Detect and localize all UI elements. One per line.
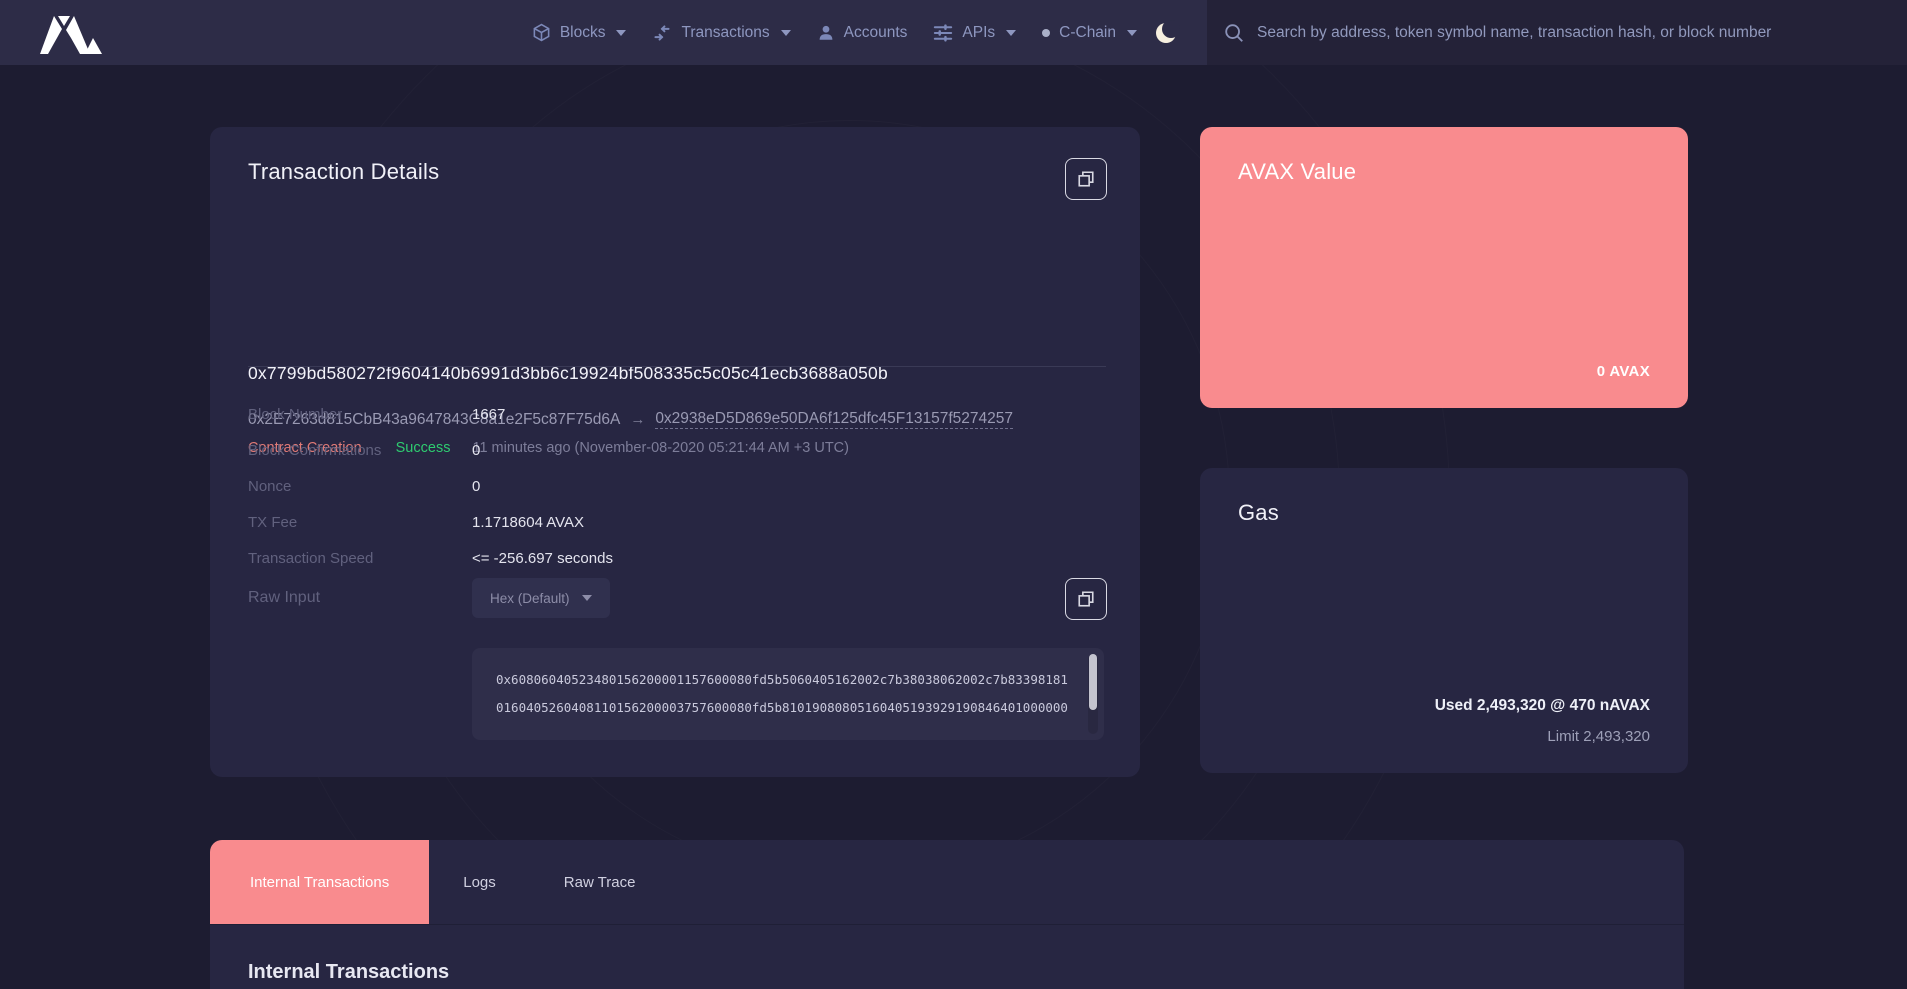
- tab-bar: Internal Transactions Logs Raw Trace: [210, 840, 1684, 924]
- sliders-icon: [933, 24, 953, 42]
- nav-item-label: Transactions: [681, 24, 769, 42]
- search-bar: [1207, 0, 1907, 65]
- copy-icon: [1077, 590, 1095, 608]
- transaction-fields: Block Number 1667 Block Confirmations 0 …: [248, 396, 948, 618]
- chevron-down-icon: [1006, 30, 1016, 36]
- person-icon: [817, 24, 835, 42]
- cube-icon: [532, 23, 551, 42]
- field-value: 0: [472, 442, 480, 459]
- raw-input-hex-box[interactable]: 0x60806040523480156200001157600080fd5b50…: [472, 648, 1104, 740]
- search-input[interactable]: [1257, 24, 1877, 42]
- gas-title: Gas: [1238, 500, 1279, 526]
- swap-icon: [652, 24, 672, 42]
- avax-value-amount: 0 AVAX: [1597, 363, 1650, 380]
- copy-icon: [1077, 170, 1095, 188]
- avax-value-title: AVAX Value: [1238, 159, 1356, 185]
- raw-input-format-dropdown[interactable]: Hex (Default): [472, 578, 610, 618]
- field-value: 1667: [472, 406, 505, 423]
- dark-mode-toggle[interactable]: [1153, 19, 1181, 47]
- nav-item-label: Blocks: [560, 24, 606, 42]
- raw-input-format-label: Hex (Default): [490, 591, 570, 606]
- tab-raw-trace[interactable]: Raw Trace: [530, 840, 670, 924]
- field-row-transaction-speed: Transaction Speed <= -256.697 seconds: [248, 540, 948, 576]
- divider: [248, 366, 1106, 367]
- nav-item-label: C-Chain: [1059, 24, 1116, 42]
- field-label: Nonce: [248, 478, 472, 495]
- field-label: Transaction Speed: [248, 550, 472, 567]
- copy-transaction-button[interactable]: [1065, 158, 1107, 200]
- nav-item-label: APIs: [962, 24, 995, 42]
- navbar: Blocks Transactions Accounts APIs C-Cha: [0, 0, 1907, 65]
- gas-card: Gas Used 2,493,320 @ 470 nAVAX Limit 2,4…: [1200, 468, 1688, 773]
- field-value: 1.1718604 AVAX: [472, 514, 584, 531]
- scrollbar-thumb[interactable]: [1089, 654, 1097, 710]
- raw-input-row: Raw Input Hex (Default): [248, 578, 948, 618]
- field-label: TX Fee: [248, 514, 472, 531]
- chevron-down-icon: [781, 30, 791, 36]
- nav-item-c-chain[interactable]: C-Chain: [1042, 24, 1137, 42]
- transaction-details-title: Transaction Details: [248, 159, 439, 185]
- gas-limit: Limit 2,493,320: [1547, 728, 1650, 745]
- field-value: <= -256.697 seconds: [472, 550, 613, 567]
- field-row-tx-fee: TX Fee 1.1718604 AVAX: [248, 504, 948, 540]
- scrollbar-track[interactable]: [1088, 654, 1098, 734]
- tab-content: Internal Transactions: [210, 924, 1684, 989]
- hex-line: 0x60806040523480156200001157600080fd5b50…: [496, 666, 1074, 694]
- field-row-block-confirmations: Block Confirmations 0: [248, 432, 948, 468]
- transaction-tabs-card: Internal Transactions Logs Raw Trace Int…: [210, 840, 1684, 989]
- copy-raw-input-button[interactable]: [1065, 578, 1107, 620]
- nav-item-apis[interactable]: APIs: [933, 24, 1016, 42]
- chevron-down-icon: [1127, 30, 1137, 36]
- avax-value-card: AVAX Value 0 AVAX: [1200, 127, 1688, 408]
- field-row-block-number: Block Number 1667: [248, 396, 948, 432]
- nav-item-label: Accounts: [844, 24, 908, 42]
- moon-icon: [1153, 19, 1181, 47]
- nav-item-accounts[interactable]: Accounts: [817, 24, 908, 42]
- internal-transactions-heading: Internal Transactions: [210, 925, 1684, 984]
- avalanche-logo[interactable]: [38, 12, 110, 54]
- field-row-nonce: Nonce 0: [248, 468, 948, 504]
- nav-item-blocks[interactable]: Blocks: [532, 23, 627, 42]
- gas-used: Used 2,493,320 @ 470 nAVAX: [1435, 697, 1650, 715]
- search-icon: [1223, 22, 1245, 44]
- chevron-down-icon: [582, 595, 592, 601]
- avalanche-logo-icon: [38, 12, 110, 54]
- field-label: Block Number: [248, 406, 472, 423]
- chain-dot-icon: [1042, 29, 1050, 37]
- hex-line: 0160405260408110156200003757600080fd5b81…: [496, 694, 1074, 722]
- chevron-down-icon: [616, 30, 626, 36]
- field-value: 0: [472, 478, 480, 495]
- field-label: Raw Input: [248, 589, 472, 607]
- nav-menu: Blocks Transactions Accounts APIs C-Cha: [532, 23, 1137, 42]
- transaction-details-card: Transaction Details 0x7799bd580272f96041…: [210, 127, 1140, 777]
- tab-logs[interactable]: Logs: [429, 840, 530, 924]
- nav-item-transactions[interactable]: Transactions: [652, 24, 790, 42]
- field-label: Block Confirmations: [248, 442, 472, 459]
- tab-internal-transactions[interactable]: Internal Transactions: [210, 840, 429, 924]
